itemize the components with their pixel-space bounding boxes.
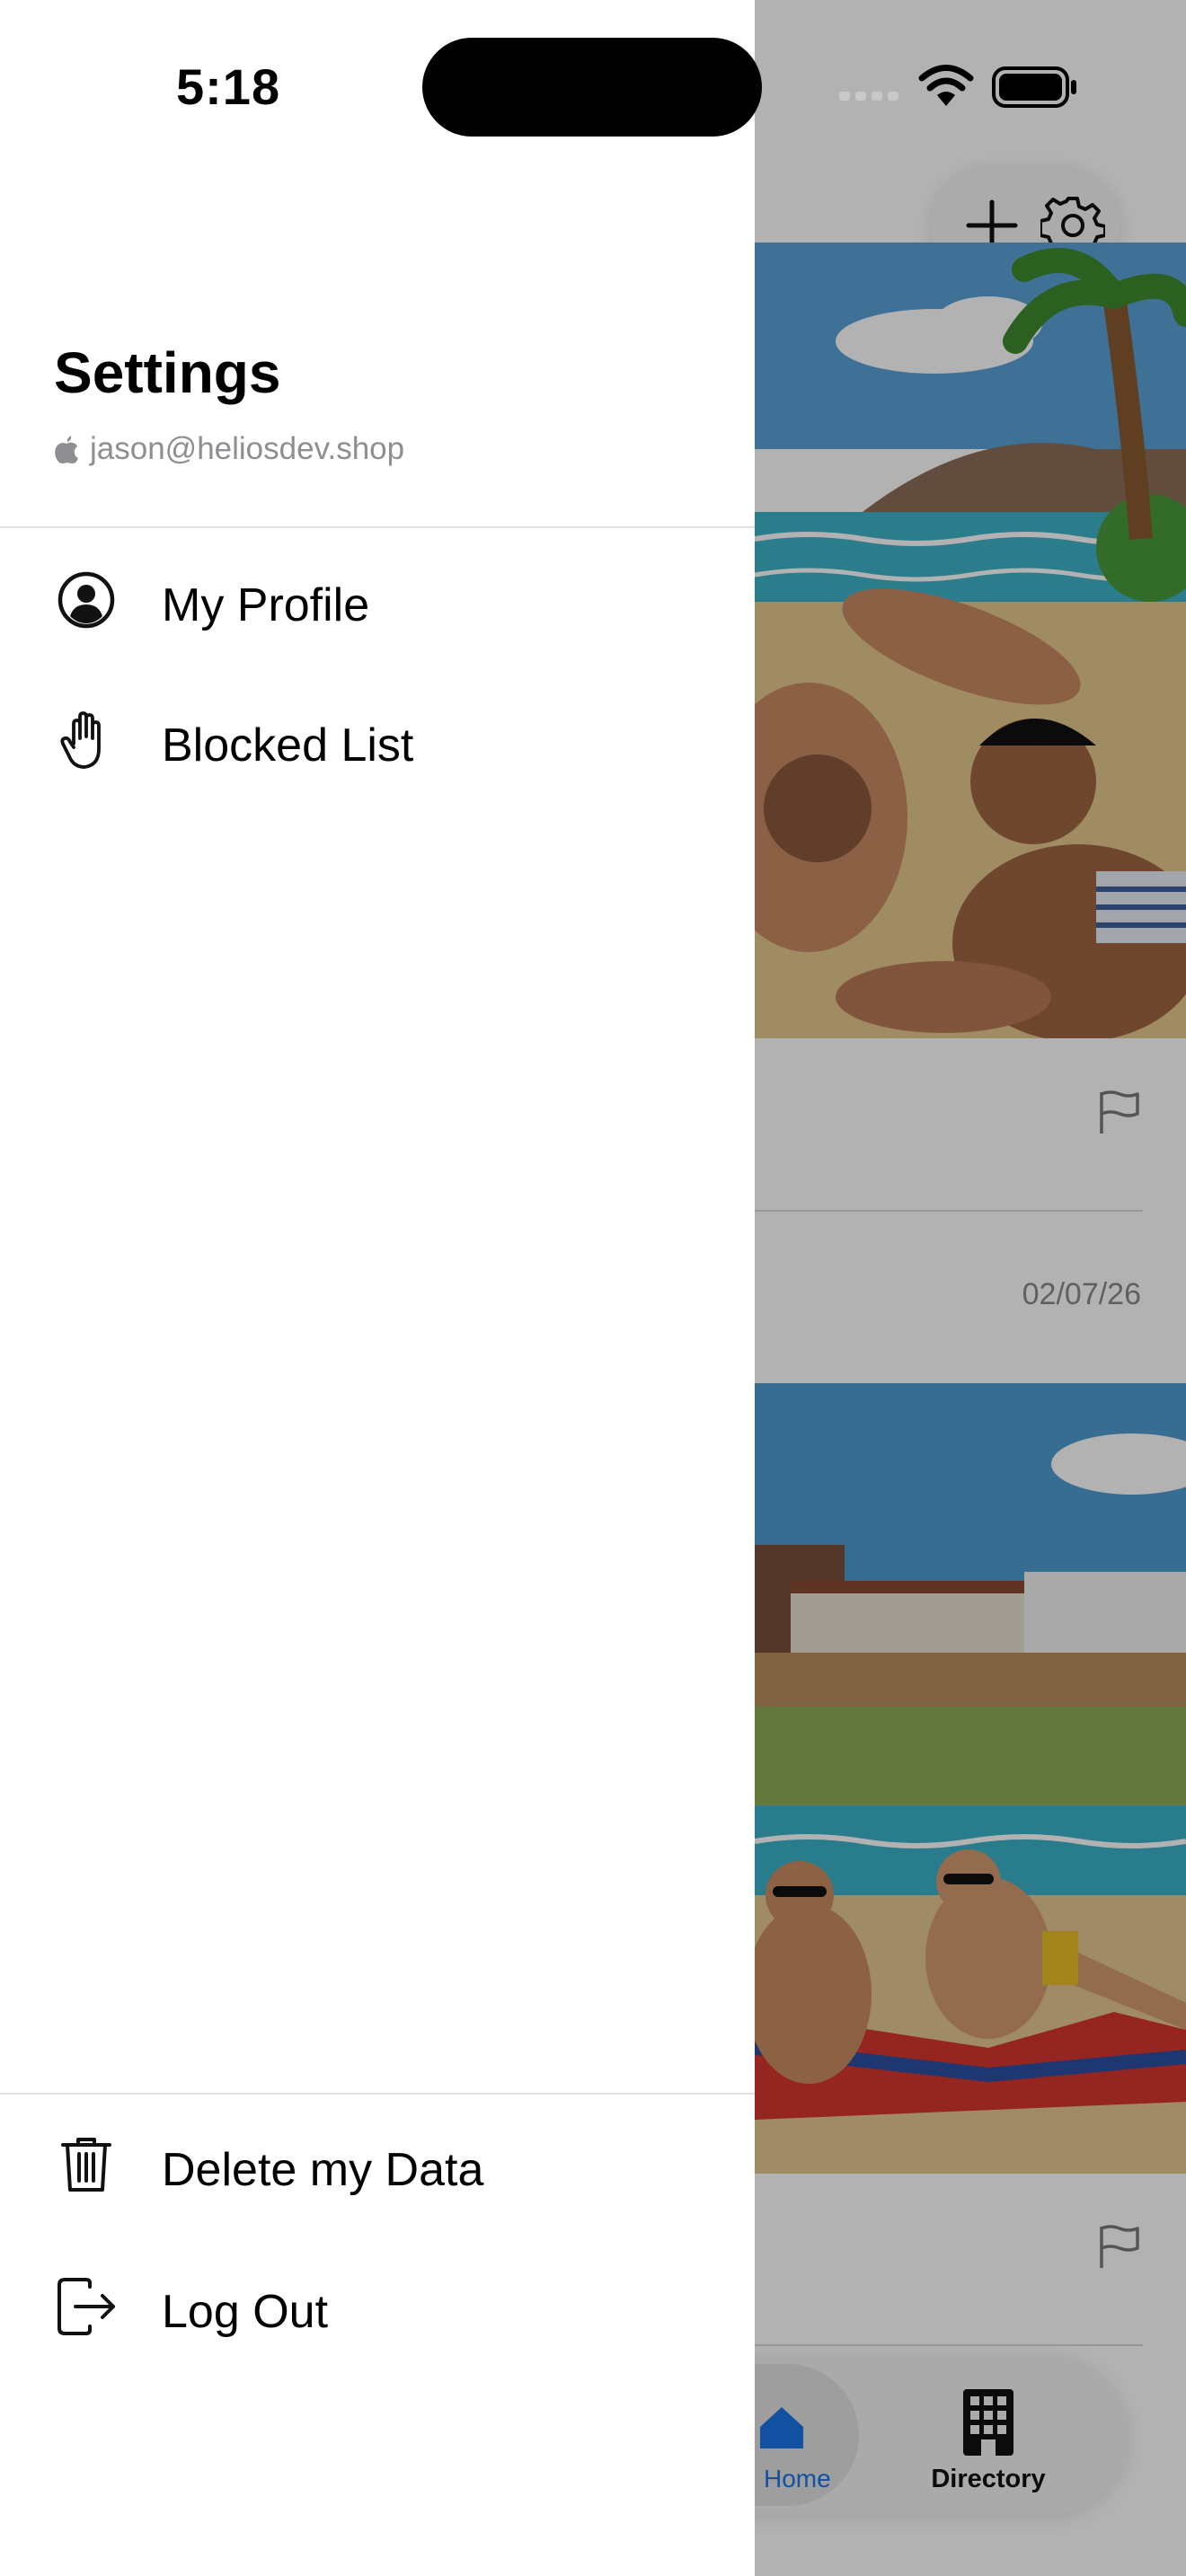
logout-icon — [58, 2278, 115, 2335]
trash-icon — [61, 2138, 111, 2192]
cellular-signal-icon — [839, 92, 898, 101]
hand-raised-icon — [60, 711, 101, 769]
account-email: jason@heliosdev.shop — [90, 431, 405, 466]
menu-item-blocked-list[interactable]: Blocked List — [0, 672, 755, 807]
person-circle-icon — [58, 571, 115, 629]
menu-item-log-out[interactable]: Log Out — [0, 2238, 755, 2373]
dynamic-island — [422, 38, 762, 137]
menu-item-label: My Profile — [162, 579, 370, 631]
menu-item-delete-my-data[interactable]: Delete my Data — [0, 2096, 755, 2231]
menu-item-my-profile[interactable]: My Profile — [0, 532, 755, 666]
battery-icon — [992, 66, 1076, 108]
menu-item-label: Blocked List — [162, 719, 414, 772]
menu-item-label: Log Out — [162, 2286, 329, 2338]
menu-item-label: Delete my Data — [162, 2144, 484, 2196]
drawer-title: Settings — [54, 340, 281, 405]
status-time: 5:18 — [176, 58, 281, 115]
account-row: jason@heliosdev.shop — [54, 431, 404, 467]
divider — [0, 526, 755, 528]
settings-drawer: Settings jason@heliosdev.shop My Profile… — [0, 0, 755, 2576]
wifi-icon — [918, 65, 974, 106]
apple-icon — [55, 436, 78, 463]
divider — [0, 2093, 755, 2095]
